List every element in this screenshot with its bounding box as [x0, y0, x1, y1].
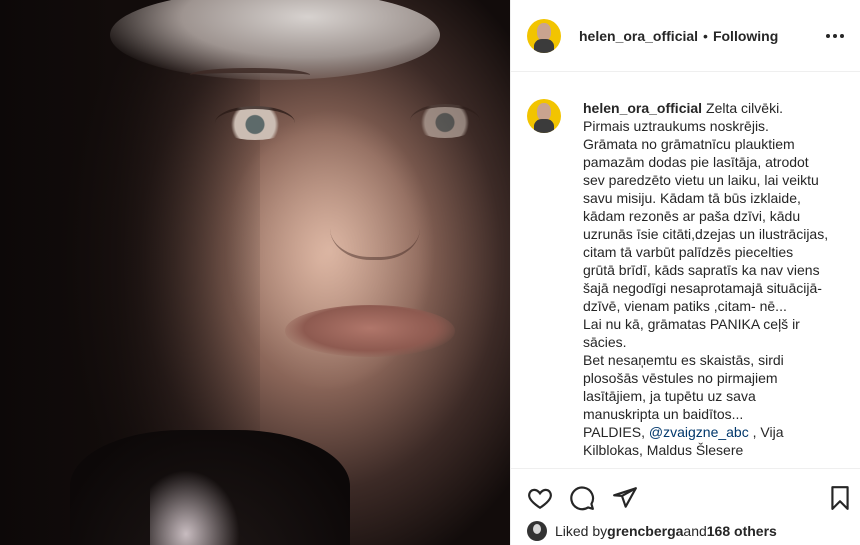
photo-eye	[215, 106, 295, 140]
separator-dot: •	[703, 27, 708, 44]
mention-link[interactable]: @zvaigzne_abc	[649, 424, 749, 440]
caption: helen_ora_official Zelta cilvēki. Pirmais…	[527, 99, 847, 459]
caption-line: grūtā brīdī, kāds sapratīs ka nav viens	[583, 262, 820, 278]
caption-line: savu misiju. Kādam tā būs izklaide,	[583, 190, 801, 206]
more-dot	[840, 34, 844, 38]
likes-count[interactable]: 168 others	[707, 523, 777, 539]
likes-middle: and	[683, 523, 707, 539]
photo-lips	[285, 305, 455, 357]
avatar-body	[534, 119, 554, 133]
comments-section[interactable]: helen_ora_official Zelta cilvēki. Pirmais…	[511, 73, 860, 468]
caption-line: uzrunās īsie citāti,dzejas un ilustrācij…	[583, 226, 829, 242]
caption-line: Grāmata no grāmatnīcu plauktiem	[583, 136, 795, 152]
more-dot	[826, 34, 830, 38]
more-icon[interactable]	[823, 26, 847, 46]
more-dot	[833, 34, 837, 38]
following-button[interactable]: Following	[713, 28, 778, 44]
caption-line: PALDIES, @zvaigzne_abc , Vija	[583, 423, 845, 441]
author-username[interactable]: helen_ora_official	[579, 28, 698, 44]
post-side-panel: helen_ora_official • Following helen_ora…	[510, 0, 860, 545]
caption-line: plosošās vēstules no pirmajiem	[583, 370, 778, 386]
photo-brow	[190, 68, 310, 82]
photo-eye	[410, 104, 480, 138]
caption-author-avatar[interactable]	[527, 99, 561, 133]
caption-username[interactable]: helen_ora_official	[583, 100, 702, 116]
photo-shoulder	[150, 470, 240, 545]
avatar-head	[537, 22, 551, 41]
caption-line: sev paredzēto vietu un laiku, lai veiktu	[583, 172, 819, 188]
caption-line: manuskripta un baidītos...	[583, 406, 744, 422]
caption-line: lasītājiem, ja tupētu uz sava	[583, 388, 756, 404]
bookmark-icon[interactable]	[827, 485, 853, 511]
post-header: helen_ora_official • Following	[511, 0, 860, 72]
photo-nose	[330, 190, 420, 260]
caption-line: Pirmais uztraukums noskrējis.	[583, 118, 769, 134]
likes-prefix: Liked by	[555, 523, 608, 539]
share-icon[interactable]	[612, 485, 638, 511]
caption-text: helen_ora_official Zelta cilvēki. Pirmais…	[583, 99, 845, 459]
caption-line-text: Zelta cilvēki.	[706, 100, 784, 116]
caption-line: Bet nesaņemtu es skaistās, sirdi	[583, 352, 784, 368]
liker-avatar[interactable]	[527, 521, 547, 541]
caption-line: citam tā varbūt palīdzēs piecelties	[583, 244, 794, 260]
caption-line: helen_ora_official Zelta cilvēki.	[583, 99, 845, 117]
comment-icon[interactable]	[569, 485, 595, 511]
caption-line: sācies.	[583, 334, 627, 350]
caption-line: Kilblokas, Maldus Šlesere	[583, 442, 744, 458]
liker-username[interactable]: grencberga	[607, 523, 683, 539]
likes-summary: Liked by grencberga and 168 others	[527, 520, 777, 542]
caption-line: dzīvē, vienam patiks ,citam- nē...	[583, 298, 787, 314]
caption-line-text: PALDIES,	[583, 424, 649, 440]
caption-line: kādam rezonēs ar paša dzīvi, kādu	[583, 208, 801, 224]
action-bar	[511, 468, 860, 518]
caption-line: pamazām dodas pie lasītāja, atrodot	[583, 154, 809, 170]
author-avatar[interactable]	[527, 18, 561, 53]
caption-line: Lai nu kā, grāmatas PANIKA ceļš ir	[583, 316, 800, 332]
caption-line-text: , Vija	[748, 424, 784, 440]
post-photo	[0, 0, 510, 545]
caption-line: šajā negodīgi nesaprotamajā situācijā-	[583, 280, 822, 296]
avatar-body	[534, 38, 554, 53]
heart-icon[interactable]	[527, 485, 553, 511]
